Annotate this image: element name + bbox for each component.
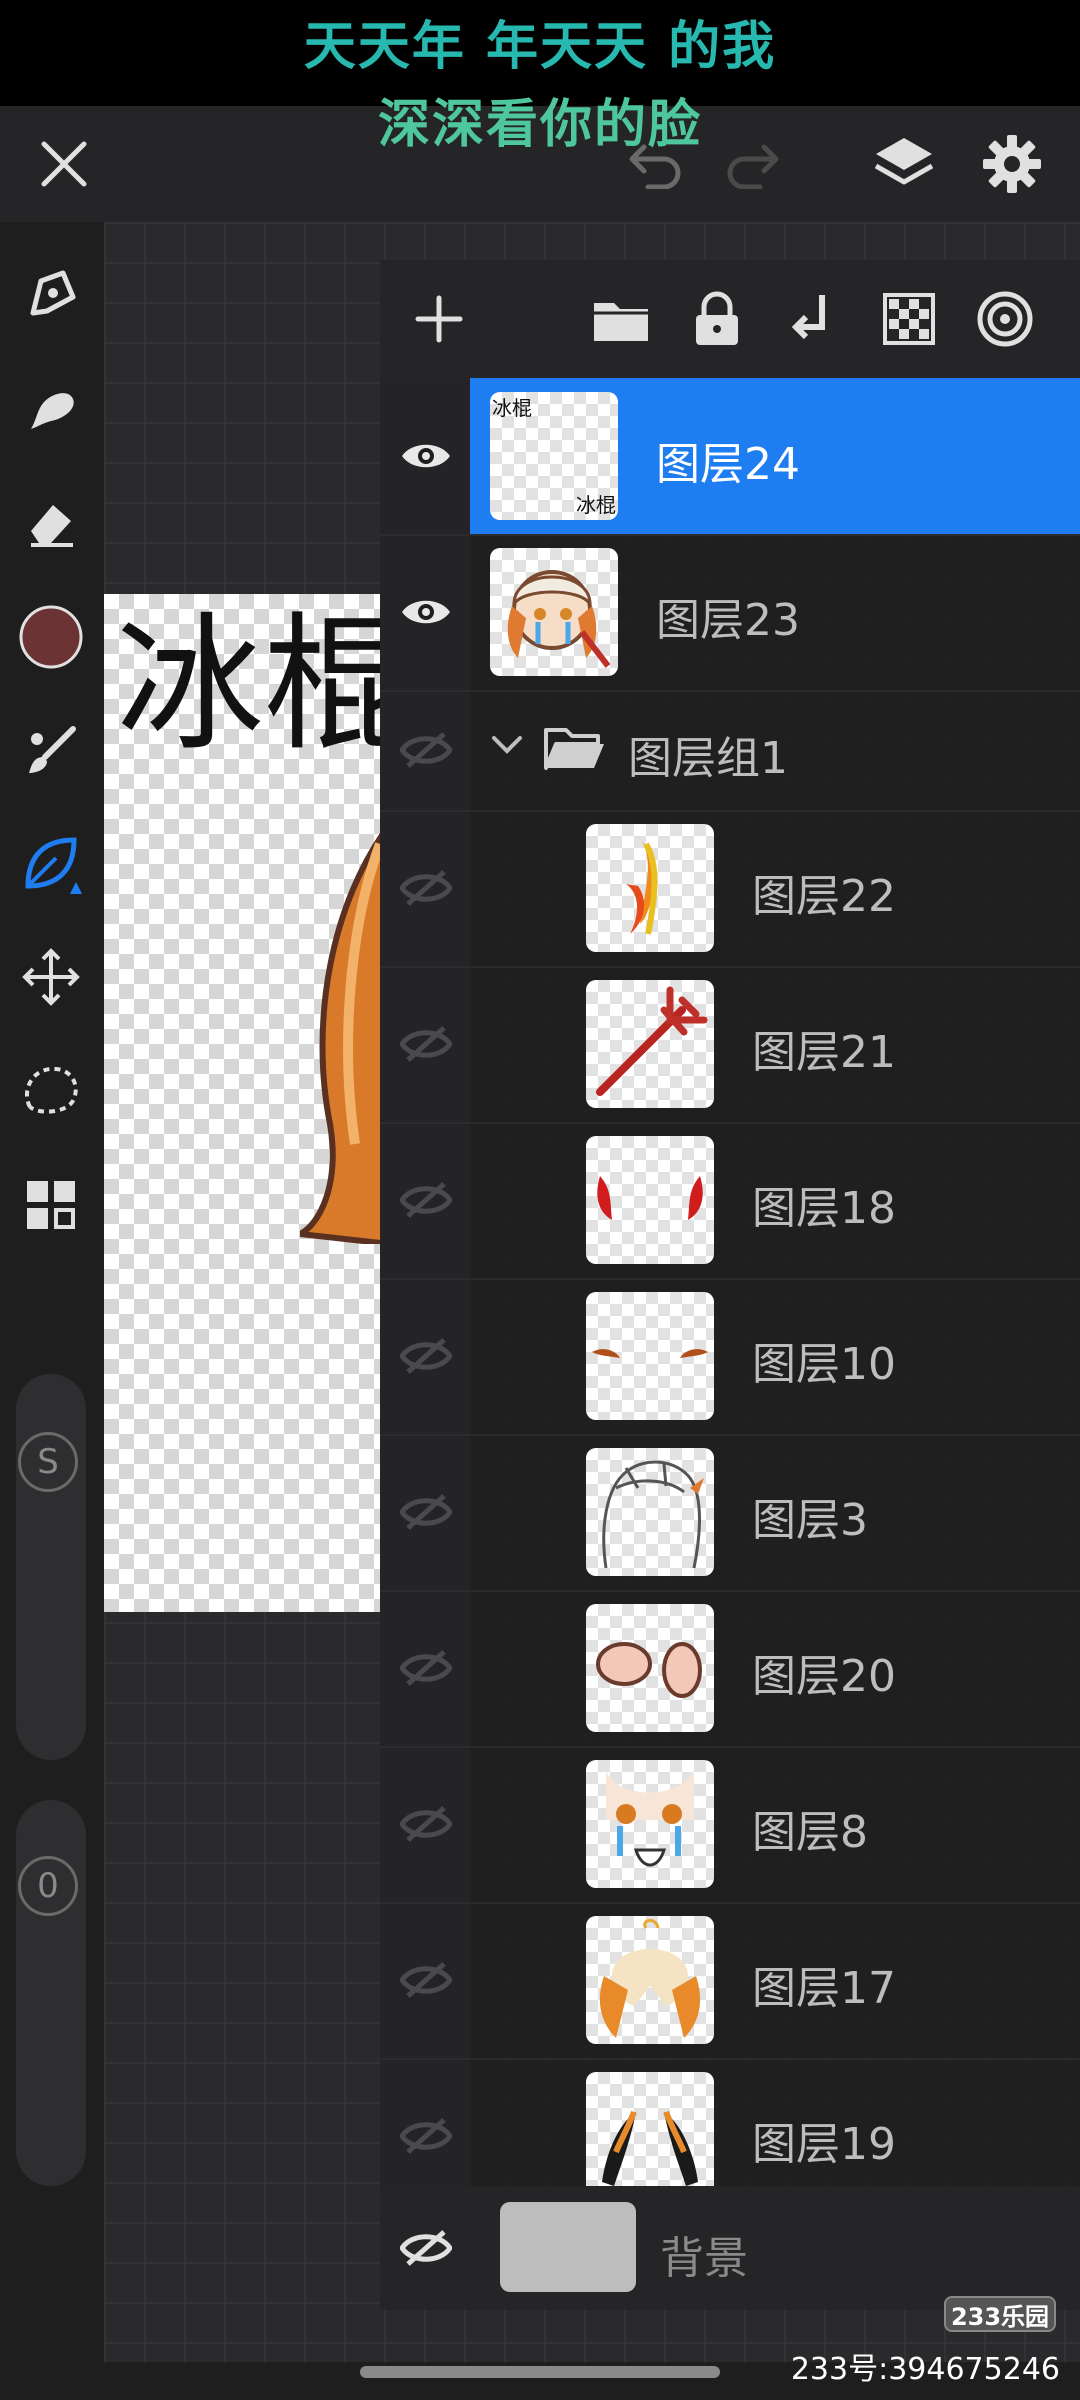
layer-thumbnail — [586, 1604, 714, 1732]
eye-hidden-icon[interactable] — [396, 1170, 456, 1230]
artboard-text: 冰棍 — [116, 599, 380, 771]
move-icon[interactable] — [18, 944, 84, 1010]
pen-icon[interactable] — [18, 262, 84, 328]
brush-icon[interactable] — [18, 718, 84, 784]
color-swatch[interactable] — [18, 604, 84, 670]
layer-thumbnail — [586, 2072, 714, 2186]
eye-hidden-icon[interactable] — [396, 2106, 456, 2166]
layer-row-body[interactable]: 图层21 — [470, 966, 1080, 1122]
chevron-down-icon[interactable] — [490, 734, 524, 756]
eye-hidden-icon[interactable] — [396, 2218, 456, 2278]
layer-row[interactable]: 图层8 — [380, 1746, 1080, 1904]
thumb-text-bottom: 冰棍 — [576, 493, 616, 517]
layer-thumbnail — [490, 548, 618, 676]
eye-hidden-icon[interactable] — [396, 858, 456, 918]
art-hair-shape — [300, 833, 380, 1244]
layer-panel: 冰棍 冰棍 图层24 图层23 图层组1 图层22 图层21 图层18 图层10… — [380, 260, 1080, 2310]
background-layer-row[interactable]: 背景 — [380, 2186, 1080, 2310]
target-icon[interactable] — [970, 284, 1040, 354]
layer-name: 图层23 — [656, 595, 800, 646]
caption-line-2: 深深看你的脸 — [377, 95, 702, 155]
layer-name: 图层20 — [752, 1651, 896, 1702]
eye-hidden-icon[interactable] — [396, 1794, 456, 1854]
layer-row[interactable]: 图层21 — [380, 966, 1080, 1124]
layer-row[interactable]: 图层22 — [380, 810, 1080, 968]
layer-thumbnail — [586, 1916, 714, 2044]
group-name: 图层组1 — [628, 733, 788, 784]
layer-thumbnail: 冰棍 冰棍 — [490, 392, 618, 520]
leaf-brush-icon[interactable] — [18, 830, 84, 896]
watermark-id: 233号:394675246 — [790, 2352, 1060, 2387]
thumb-text-top: 冰棍 — [492, 396, 532, 420]
layer-name: 图层24 — [656, 439, 800, 490]
layer-row[interactable]: 图层3 — [380, 1434, 1080, 1592]
left-toolbar: S 0 — [0, 222, 104, 2362]
eye-icon[interactable] — [396, 426, 456, 486]
layer-row-body[interactable]: 图层23 — [470, 534, 1080, 690]
layer-name: 图层19 — [752, 2119, 896, 2170]
caption-line-1: 天天年 年天天 的我 — [303, 17, 777, 77]
eye-hidden-icon[interactable] — [396, 1014, 456, 1074]
layer-group-row[interactable]: 图层组1 — [380, 690, 1080, 812]
layer-name: 图层3 — [752, 1495, 868, 1546]
background-layer-name: 背景 — [660, 2233, 748, 2284]
layer-row-body[interactable]: 图层3 — [470, 1434, 1080, 1590]
layer-row-body[interactable]: 图层17 — [470, 1902, 1080, 2058]
artboard[interactable]: 冰棍 — [104, 594, 380, 1612]
layer-name: 图层18 — [752, 1183, 896, 1234]
layer-row[interactable]: 图层20 — [380, 1590, 1080, 1748]
lasso-icon[interactable] — [18, 1058, 84, 1124]
eye-hidden-icon[interactable] — [396, 1326, 456, 1386]
layer-row-body[interactable]: 图层20 — [470, 1590, 1080, 1746]
layer-panel-toolbar — [380, 260, 1080, 378]
layer-thumbnail — [586, 1448, 714, 1576]
eye-icon[interactable] — [396, 582, 456, 642]
layer-name: 图层8 — [752, 1807, 868, 1858]
layer-thumbnail — [586, 1136, 714, 1264]
layer-name: 图层17 — [752, 1963, 896, 2014]
checker-icon[interactable] — [874, 284, 944, 354]
layer-row[interactable]: 冰棍 冰棍 图层24 — [380, 378, 1080, 536]
eye-hidden-icon[interactable] — [396, 1638, 456, 1698]
watermark-logo: 233乐园 — [944, 2296, 1056, 2332]
brush-size-knob[interactable]: S — [18, 1432, 78, 1492]
brush-size-slider[interactable]: S — [16, 1374, 86, 1760]
layer-row-body[interactable]: 图层8 — [470, 1746, 1080, 1902]
layer-row[interactable]: 图层10 — [380, 1278, 1080, 1436]
layer-thumbnail — [586, 1292, 714, 1420]
add-icon[interactable] — [404, 284, 474, 354]
folder-icon[interactable] — [586, 284, 656, 354]
eye-hidden-icon[interactable] — [396, 1482, 456, 1542]
eye-hidden-icon[interactable] — [396, 1950, 456, 2010]
layer-thumbnail — [586, 1760, 714, 1888]
opacity-slider[interactable]: 0 — [16, 1800, 86, 2186]
layer-row-body[interactable]: 图层18 — [470, 1122, 1080, 1278]
layer-thumbnail — [586, 824, 714, 952]
layer-name: 图层21 — [752, 1027, 896, 1078]
merge-down-icon[interactable] — [778, 284, 848, 354]
smudge-icon[interactable] — [18, 374, 84, 440]
layer-row-body[interactable]: 图层22 — [470, 810, 1080, 966]
folder-open-icon — [544, 728, 604, 770]
layer-group-body[interactable]: 图层组1 — [470, 690, 1080, 810]
layer-row[interactable]: 图层23 — [380, 534, 1080, 692]
layer-thumbnail — [586, 980, 714, 1108]
eraser-icon[interactable] — [18, 490, 84, 556]
eye-hidden-icon[interactable] — [396, 720, 456, 780]
layer-row-body[interactable]: 图层19 — [470, 2058, 1080, 2186]
layer-row-body[interactable]: 冰棍 冰棍 图层24 — [470, 378, 1080, 534]
grid-icon[interactable] — [18, 1172, 84, 1238]
layer-row[interactable]: 图层19 — [380, 2058, 1080, 2188]
lock-icon[interactable] — [682, 284, 752, 354]
layer-row-body[interactable]: 图层10 — [470, 1278, 1080, 1434]
layer-row[interactable]: 图层18 — [380, 1122, 1080, 1280]
background-thumbnail — [500, 2202, 636, 2292]
layer-row[interactable]: 图层17 — [380, 1902, 1080, 2060]
layer-name: 图层10 — [752, 1339, 896, 1390]
opacity-knob[interactable]: 0 — [18, 1856, 78, 1916]
home-indicator[interactable] — [360, 2366, 720, 2378]
layer-name: 图层22 — [752, 871, 896, 922]
